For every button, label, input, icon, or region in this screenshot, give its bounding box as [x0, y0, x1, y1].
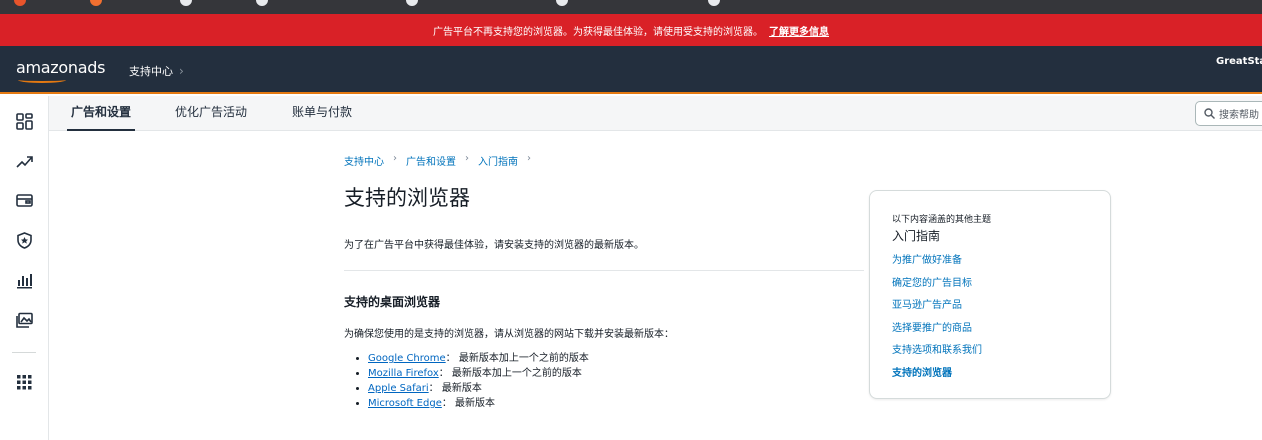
bookmark-item[interactable] — [406, 0, 418, 7]
sidebar-divider — [12, 352, 36, 353]
related-caption: 以下内容涵盖的其他主题 — [892, 215, 992, 225]
trend-icon[interactable] — [15, 152, 33, 170]
related-link-choose-products[interactable]: 选择要推广的商品 — [892, 318, 982, 341]
alert-message: 广告平台不再支持您的浏览器。为获得最佳体验，请使用受支持的浏览器。 — [433, 26, 763, 38]
wallet-icon[interactable] — [15, 191, 33, 209]
intro-text: 为了在广告平台中获得最佳体验，请安装支持的浏览器的最新版本。 — [344, 240, 644, 251]
bookmark-item[interactable] — [180, 0, 192, 7]
chevron-right-icon: › — [393, 153, 397, 164]
tab-ads-and-settings[interactable]: 广告和设置 — [66, 96, 136, 131]
browser-version: ： 最新版本加上一个之前的版本 — [438, 368, 582, 379]
bookmark-item[interactable] — [256, 0, 268, 7]
globe-icon — [180, 0, 192, 6]
bookmark-favicon-icon — [90, 0, 102, 6]
tab-optimize-campaigns[interactable]: 优化广告活动 — [175, 96, 247, 131]
search-icon — [1204, 108, 1215, 119]
chevron-right-icon: › — [465, 153, 469, 164]
page-title: 支持的浏览器 — [344, 186, 470, 210]
support-center-link[interactable]: 支持中心 — [129, 63, 173, 79]
apple-safari-link[interactable]: Apple Safari — [368, 383, 429, 394]
breadcrumb-ads-and-settings[interactable]: 广告和设置 — [406, 153, 456, 168]
list-item: Microsoft Edge： 最新版本 — [368, 396, 589, 411]
dashboard-icon[interactable] — [15, 112, 33, 130]
globe-icon — [256, 0, 268, 6]
learn-more-link[interactable]: 了解更多信息 — [769, 23, 829, 38]
microsoft-edge-link[interactable]: Microsoft Edge — [368, 398, 442, 409]
breadcrumb-support-center[interactable]: 支持中心 — [344, 153, 384, 168]
browser-version: ： 最新版本 — [428, 383, 482, 394]
related-link-supported-browsers[interactable]: 支持的浏览器 — [892, 363, 982, 386]
related-link-support-options[interactable]: 支持选项和联系我们 — [892, 340, 982, 363]
logo-text: amazonads — [16, 58, 106, 77]
bar-chart-icon[interactable] — [15, 271, 33, 289]
globe-icon — [708, 0, 720, 6]
list-item: Apple Safari： 最新版本 — [368, 381, 589, 396]
chevron-right-icon: › — [179, 64, 184, 78]
browser-version: ： 最新版本 — [441, 398, 496, 409]
logo-smile-icon — [18, 77, 66, 83]
breadcrumb-getting-started[interactable]: 入门指南 — [478, 153, 518, 168]
unsupported-browser-alert: 广告平台不再支持您的浏览器。为获得最佳体验，请使用受支持的浏览器。 了解更多信息 — [0, 14, 1262, 46]
google-chrome-link[interactable]: Google Chrome — [368, 353, 446, 364]
related-link-goals[interactable]: 确定您的广告目标 — [892, 273, 982, 296]
bookmark-item[interactable] — [556, 0, 568, 7]
amazon-ads-logo[interactable]: amazonads — [16, 58, 106, 83]
related-title: 入门指南 — [892, 229, 941, 243]
browser-version: ： 最新版本加上一个之前的版本 — [445, 353, 589, 364]
section-description: 为确保您使用的是支持的浏览器，请从浏览器的网站下载并安装最新版本： — [344, 329, 674, 340]
bookmark-item[interactable] — [14, 0, 26, 7]
globe-icon — [556, 0, 568, 6]
section-title: 支持的桌面浏览器 — [344, 295, 441, 309]
browser-list: Google Chrome： 最新版本加上一个之前的版本 Mozilla Fir… — [368, 351, 589, 411]
chevron-right-icon: › — [527, 153, 531, 164]
sub-nav: 广告和设置 优化广告活动 账单与付款 搜索帮助 — [49, 96, 1262, 131]
shield-icon[interactable] — [15, 231, 33, 249]
globe-icon — [406, 0, 418, 6]
bookmark-favicon-icon — [14, 0, 26, 6]
tab-billing-and-payments[interactable]: 账单与付款 — [292, 96, 352, 131]
account-name[interactable]: GreatStar — [1216, 56, 1262, 67]
related-link-prepare[interactable]: 为推广做好准备 — [892, 250, 982, 273]
top-nav: amazonads 支持中心 › GreatStar — [0, 46, 1262, 94]
media-icon[interactable] — [15, 311, 33, 329]
divider — [344, 270, 864, 271]
header-breadcrumb: 支持中心 › — [129, 63, 184, 79]
help-search-input[interactable]: 搜索帮助 — [1195, 101, 1262, 126]
bookmark-item[interactable] — [708, 0, 720, 7]
mozilla-firefox-link[interactable]: Mozilla Firefox — [368, 368, 439, 379]
bookmarks-bar — [0, 0, 1262, 14]
related-links: 为推广做好准备 确定您的广告目标 亚马逊广告产品 选择要推广的商品 支持选项和联… — [892, 250, 982, 385]
left-sidebar — [0, 96, 49, 440]
related-link-products[interactable]: 亚马逊广告产品 — [892, 295, 982, 318]
list-item: Mozilla Firefox： 最新版本加上一个之前的版本 — [368, 366, 589, 381]
search-placeholder: 搜索帮助 — [1219, 110, 1259, 121]
related-topics-card: 以下内容涵盖的其他主题 入门指南 为推广做好准备 确定您的广告目标 亚马逊广告产… — [869, 190, 1111, 399]
apps-grid-icon[interactable] — [15, 373, 33, 391]
bookmark-item[interactable] — [90, 0, 102, 7]
list-item: Google Chrome： 最新版本加上一个之前的版本 — [368, 351, 589, 366]
breadcrumb: 支持中心 › 广告和设置 › 入门指南 › — [344, 153, 531, 168]
